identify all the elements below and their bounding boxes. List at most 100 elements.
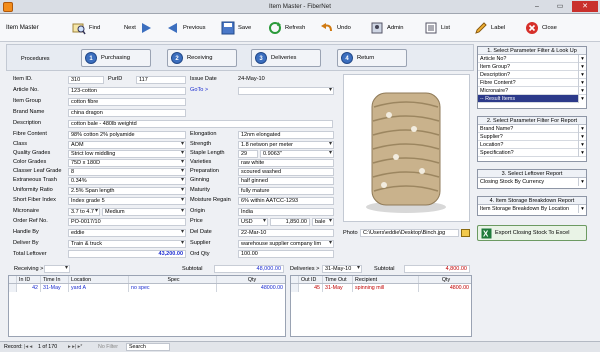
order-field[interactable]: PO-0017/10 — [68, 218, 186, 226]
color-select[interactable]: 75D x 180D — [68, 159, 186, 167]
ginning-field[interactable]: half ginned — [238, 177, 334, 185]
varieties-field[interactable]: raw white — [238, 159, 334, 167]
short-select[interactable]: Index grade 5 — [68, 197, 186, 205]
group-field[interactable]: cotton fibre — [68, 98, 186, 106]
chevron-down-icon[interactable]: ▾ — [578, 149, 586, 157]
staple-inch-select[interactable]: 0.9063" — [260, 150, 334, 158]
chevron-down-icon[interactable]: ▾ — [578, 205, 586, 213]
currency-select[interactable]: USD — [238, 218, 268, 226]
prep-field[interactable]: scoured washed — [238, 168, 334, 176]
export-excel-button[interactable]: X Export Closing Stock To Excel — [477, 225, 587, 241]
save-label: Save — [238, 25, 252, 31]
next-button[interactable]: Next — [124, 20, 153, 36]
maximize-button[interactable]: ▭ — [549, 1, 571, 12]
photo-label: Photo — [343, 230, 358, 236]
next-record-button[interactable]: ▸ ▸| ▸* — [68, 344, 82, 350]
class-select[interactable]: AOM — [68, 141, 186, 149]
deliveries-grid: Out ID Time Out Recipient Qty 45 31-May … — [290, 275, 472, 337]
prep-label: Preparation — [190, 168, 219, 174]
brand-field[interactable]: china dragon — [68, 109, 186, 117]
photo-path-field[interactable]: C:\Users\eddie\Desktop\Binch.jpg — [360, 229, 459, 237]
leftover-report-select[interactable]: Closing Stock By Currency ▾ — [478, 178, 586, 186]
maturity-field[interactable]: fully mature — [238, 187, 334, 195]
classer-select[interactable]: 8 — [68, 168, 186, 176]
supplier-select[interactable]: warehouse supplier company lim — [238, 240, 334, 248]
purid-field[interactable]: 117 — [136, 76, 186, 84]
admin-button[interactable]: Admin — [370, 20, 403, 36]
purchasing-button[interactable]: 1 Purchasing — [81, 49, 151, 67]
unit-select[interactable]: bale — [312, 218, 334, 226]
step-badge: 1 — [85, 52, 97, 64]
micronaire-select[interactable]: 3.7 to 4.7 — [68, 208, 100, 216]
chevron-down-icon[interactable]: ▾ — [578, 133, 586, 141]
deliver-select[interactable]: Train & truck — [68, 240, 186, 248]
first-record-button[interactable]: |◂ ◂ — [24, 344, 32, 350]
staple-field[interactable]: 29 — [238, 150, 258, 158]
chevron-down-icon[interactable]: ▾ — [578, 63, 586, 71]
filter-description[interactable]: Description? ▾ — [478, 71, 586, 79]
chevron-down-icon[interactable]: ▾ — [578, 71, 586, 79]
handle-select[interactable]: eddie — [68, 229, 186, 237]
description-field[interactable]: cotton bale - 480lb weightd — [68, 120, 333, 128]
item-id-field[interactable]: 310 — [68, 76, 104, 84]
quality-select[interactable]: Strict low middling — [68, 150, 186, 158]
report-location[interactable]: Location? ▾ — [478, 141, 586, 149]
list-button[interactable]: List — [424, 20, 450, 36]
close-button[interactable]: Close — [525, 20, 557, 36]
minimize-button[interactable]: – — [526, 1, 548, 12]
close-window-button[interactable]: ✕ — [572, 1, 598, 12]
deliveries-date-select[interactable]: 31-May-10 — [322, 265, 362, 273]
chevron-down-icon[interactable]: ▾ — [578, 178, 586, 186]
chevron-down-icon[interactable]: ▾ — [578, 141, 586, 149]
result-items[interactable]: -- Result Items ▾ — [478, 95, 586, 103]
table-row[interactable]: 42 31-May yard A no spec 48000.00 — [9, 284, 285, 292]
table-row[interactable]: 45 31-May spinning mill 4800.00 — [291, 284, 471, 292]
chevron-down-icon[interactable]: ▾ — [578, 95, 586, 103]
elongation-field[interactable]: 12nm elongated — [238, 131, 334, 139]
filter-content[interactable]: Fibre Content? ▾ — [478, 79, 586, 87]
browse-folder-icon[interactable] — [461, 229, 470, 237]
origin-field[interactable]: India — [238, 208, 334, 216]
receiving-button[interactable]: 2 Receiving — [167, 49, 237, 67]
chevron-down-icon[interactable]: ▾ — [578, 87, 586, 95]
filter-micronaire[interactable]: Micronaire? ▾ — [478, 87, 586, 95]
chevron-down-icon[interactable]: ▾ — [578, 79, 586, 87]
content-field[interactable]: 98% cotton 2% polyamide — [68, 131, 186, 139]
deliveries-button[interactable]: 3 Deliveries — [251, 49, 321, 67]
label-button[interactable]: Label — [474, 20, 505, 36]
record-position[interactable]: 1 of 170 — [38, 344, 57, 350]
chevron-down-icon[interactable]: ▾ — [578, 125, 586, 133]
goto-select[interactable] — [238, 87, 334, 95]
trash-select[interactable]: 0.34% — [68, 177, 186, 185]
receiving-subtotal: 48,000.00 — [214, 265, 284, 273]
chevron-down-icon[interactable]: ▾ — [578, 55, 586, 63]
deldate-field[interactable]: 22-Mar-10 — [238, 229, 334, 237]
find-button[interactable]: Find — [72, 20, 100, 36]
report-specification[interactable]: Specification? ▾ — [478, 149, 586, 157]
return-button[interactable]: 4 Return — [337, 49, 407, 67]
search-box[interactable]: Search — [126, 343, 170, 351]
report-brand[interactable]: Brand Name? ▾ — [478, 125, 586, 133]
cell-time-in: 31-May — [41, 284, 69, 292]
purchasing-label: Purchasing — [101, 55, 131, 61]
price-field[interactable]: 1,850.00 — [270, 218, 310, 226]
previous-button[interactable]: Previous — [166, 20, 206, 36]
filter-group[interactable]: Item Group? ▾ — [478, 63, 586, 71]
uniformity-label: Uniformity Ratio — [13, 187, 53, 193]
article-field[interactable]: 123-cotton — [68, 87, 186, 95]
col-recipient: Recipient — [353, 276, 419, 283]
undo-button[interactable]: Undo — [320, 20, 351, 36]
filter-status[interactable]: No Filter — [98, 344, 118, 350]
uniformity-select[interactable]: 2.5% Span length — [68, 187, 186, 195]
filter-article[interactable]: Article No? ▾ — [478, 55, 586, 63]
ordqty-field[interactable]: 100.00 — [238, 250, 334, 258]
moisture-field[interactable]: 6% within AATCC-1293 — [238, 197, 334, 205]
report-supplier[interactable]: Supplier? ▾ — [478, 133, 586, 141]
refresh-button[interactable]: Refresh — [268, 20, 305, 36]
strength-select[interactable]: 1.8 netwon per meter — [238, 141, 334, 149]
receiving-select[interactable] — [44, 265, 70, 273]
save-icon — [221, 21, 235, 35]
save-button[interactable]: Save — [221, 20, 251, 36]
micronaire-grade-select[interactable]: Medium — [102, 208, 186, 216]
storage-report-select[interactable]: Item Storage Breakdown By Location ▾ — [478, 205, 586, 213]
